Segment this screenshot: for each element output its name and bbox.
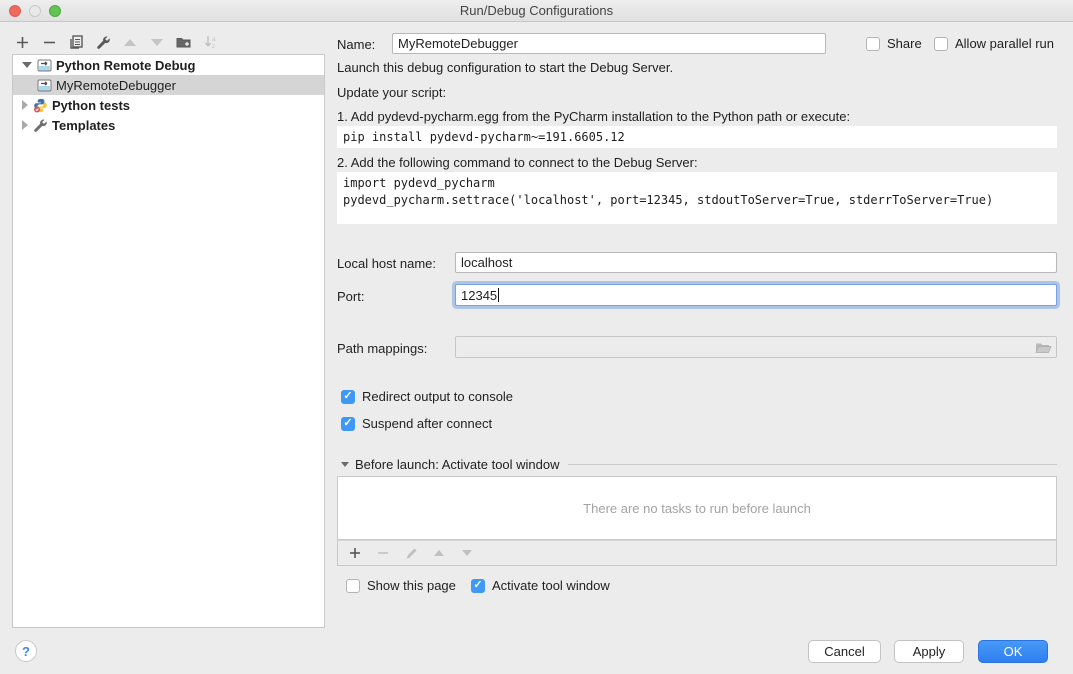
redirect-output-checkbox[interactable]: Redirect output to console (341, 389, 513, 404)
edit-task-pencil-icon[interactable] (403, 545, 419, 561)
show-this-page-checkbox[interactable]: Show this page (346, 578, 456, 593)
share-checkbox[interactable]: Share (866, 36, 922, 51)
add-configuration-icon[interactable] (14, 34, 30, 50)
copy-configuration-icon[interactable] (68, 34, 84, 50)
remove-configuration-icon[interactable] (41, 34, 57, 50)
tree-item-label: Python tests (52, 98, 130, 113)
tree-item-label: Python Remote Debug (56, 58, 195, 73)
allow-parallel-run-label: Allow parallel run (955, 36, 1054, 51)
update-script-text: Update your script: (337, 85, 446, 100)
help-button[interactable]: ? (15, 640, 37, 662)
description-text: Launch this debug configuration to start… (337, 60, 673, 75)
checkbox-box[interactable] (341, 390, 355, 404)
move-up-icon[interactable] (122, 34, 138, 50)
remote-debug-config-icon (37, 78, 52, 93)
empty-tasks-text: There are no tasks to run before launch (583, 501, 811, 516)
ok-button[interactable]: OK (978, 640, 1048, 663)
tree-item-python-tests[interactable]: Python tests (13, 95, 324, 115)
move-down-icon[interactable] (149, 34, 165, 50)
checkbox-box[interactable] (346, 579, 360, 593)
python-tests-icon (33, 98, 48, 113)
settrace-code-block: import pydevd_pycharm pydevd_pycharm.set… (337, 172, 1057, 224)
move-task-down-icon[interactable] (459, 545, 475, 561)
name-label: Name: (337, 37, 375, 52)
checkbox-box[interactable] (934, 37, 948, 51)
remote-debug-config-icon (37, 58, 52, 73)
chevron-right-icon[interactable] (22, 100, 28, 110)
suspend-after-connect-checkbox[interactable]: Suspend after connect (341, 416, 492, 431)
allow-parallel-run-checkbox[interactable]: Allow parallel run (934, 36, 1054, 51)
edit-defaults-wrench-icon[interactable] (95, 34, 111, 50)
browse-folder-icon[interactable] (1035, 341, 1052, 354)
redirect-output-label: Redirect output to console (362, 389, 513, 404)
activate-tool-window-checkbox[interactable]: Activate tool window (471, 578, 610, 593)
tree-item-python-remote-debug[interactable]: Python Remote Debug (13, 55, 324, 75)
tree-item-templates[interactable]: Templates (13, 115, 324, 135)
add-task-icon[interactable] (347, 545, 363, 561)
activate-tool-window-label: Activate tool window (492, 578, 610, 593)
tree-item-myremotedebugger[interactable]: MyRemoteDebugger (13, 75, 324, 95)
pip-command-code: pip install pydevd-pycharm~=191.6605.12 (337, 126, 1057, 148)
before-launch-title: Before launch: Activate tool window (355, 457, 560, 472)
text-caret (498, 288, 499, 302)
svg-text:a: a (212, 37, 216, 43)
show-this-page-label: Show this page (367, 578, 456, 593)
port-label: Port: (337, 289, 364, 304)
section-divider (568, 464, 1057, 465)
window-title: Run/Debug Configurations (0, 3, 1073, 18)
svg-text:z: z (212, 44, 215, 49)
configurations-tree: Python Remote Debug MyRemoteDebugger Pyt… (12, 54, 325, 628)
checkbox-box[interactable] (866, 37, 880, 51)
local-host-name-label: Local host name: (337, 256, 436, 271)
cancel-button[interactable]: Cancel (808, 640, 881, 663)
configurations-toolbar: az (14, 32, 219, 52)
before-launch-header: Before launch: Activate tool window (341, 457, 1057, 472)
help-button-label: ? (22, 644, 30, 659)
collapse-section-icon[interactable] (341, 462, 349, 467)
checkbox-box[interactable] (341, 417, 355, 431)
step1-text: 1. Add pydevd-pycharm.egg from the PyCha… (337, 109, 850, 124)
new-folder-icon[interactable] (176, 34, 192, 50)
apply-button[interactable]: Apply (894, 640, 964, 663)
path-mappings-label: Path mappings: (337, 341, 427, 356)
tree-item-label: Templates (52, 118, 115, 133)
local-host-name-input[interactable] (455, 252, 1057, 273)
port-value: 12345 (461, 288, 497, 303)
suspend-after-connect-label: Suspend after connect (362, 416, 492, 431)
remove-task-icon[interactable] (375, 545, 391, 561)
sort-configurations-icon[interactable]: az (203, 34, 219, 50)
share-checkbox-label: Share (887, 36, 922, 51)
tree-item-label: MyRemoteDebugger (56, 78, 176, 93)
before-launch-toolbar (337, 540, 1057, 566)
step2-text: 2. Add the following command to connect … (337, 155, 698, 170)
checkbox-box[interactable] (471, 579, 485, 593)
move-task-up-icon[interactable] (431, 545, 447, 561)
port-input[interactable]: 12345 (455, 284, 1057, 306)
run-debug-configurations-dialog: Run/Debug Configurations az (0, 0, 1073, 674)
name-input[interactable] (392, 33, 826, 54)
path-mappings-input[interactable] (455, 336, 1057, 358)
templates-wrench-icon (33, 118, 48, 133)
chevron-right-icon[interactable] (22, 120, 28, 130)
code-line-2: pydevd_pycharm.settrace('localhost', por… (343, 193, 993, 207)
chevron-down-icon[interactable] (22, 62, 32, 68)
title-bar: Run/Debug Configurations (0, 0, 1073, 22)
code-line-1: import pydevd_pycharm (343, 176, 495, 190)
before-launch-tasks-list[interactable]: There are no tasks to run before launch (337, 476, 1057, 540)
